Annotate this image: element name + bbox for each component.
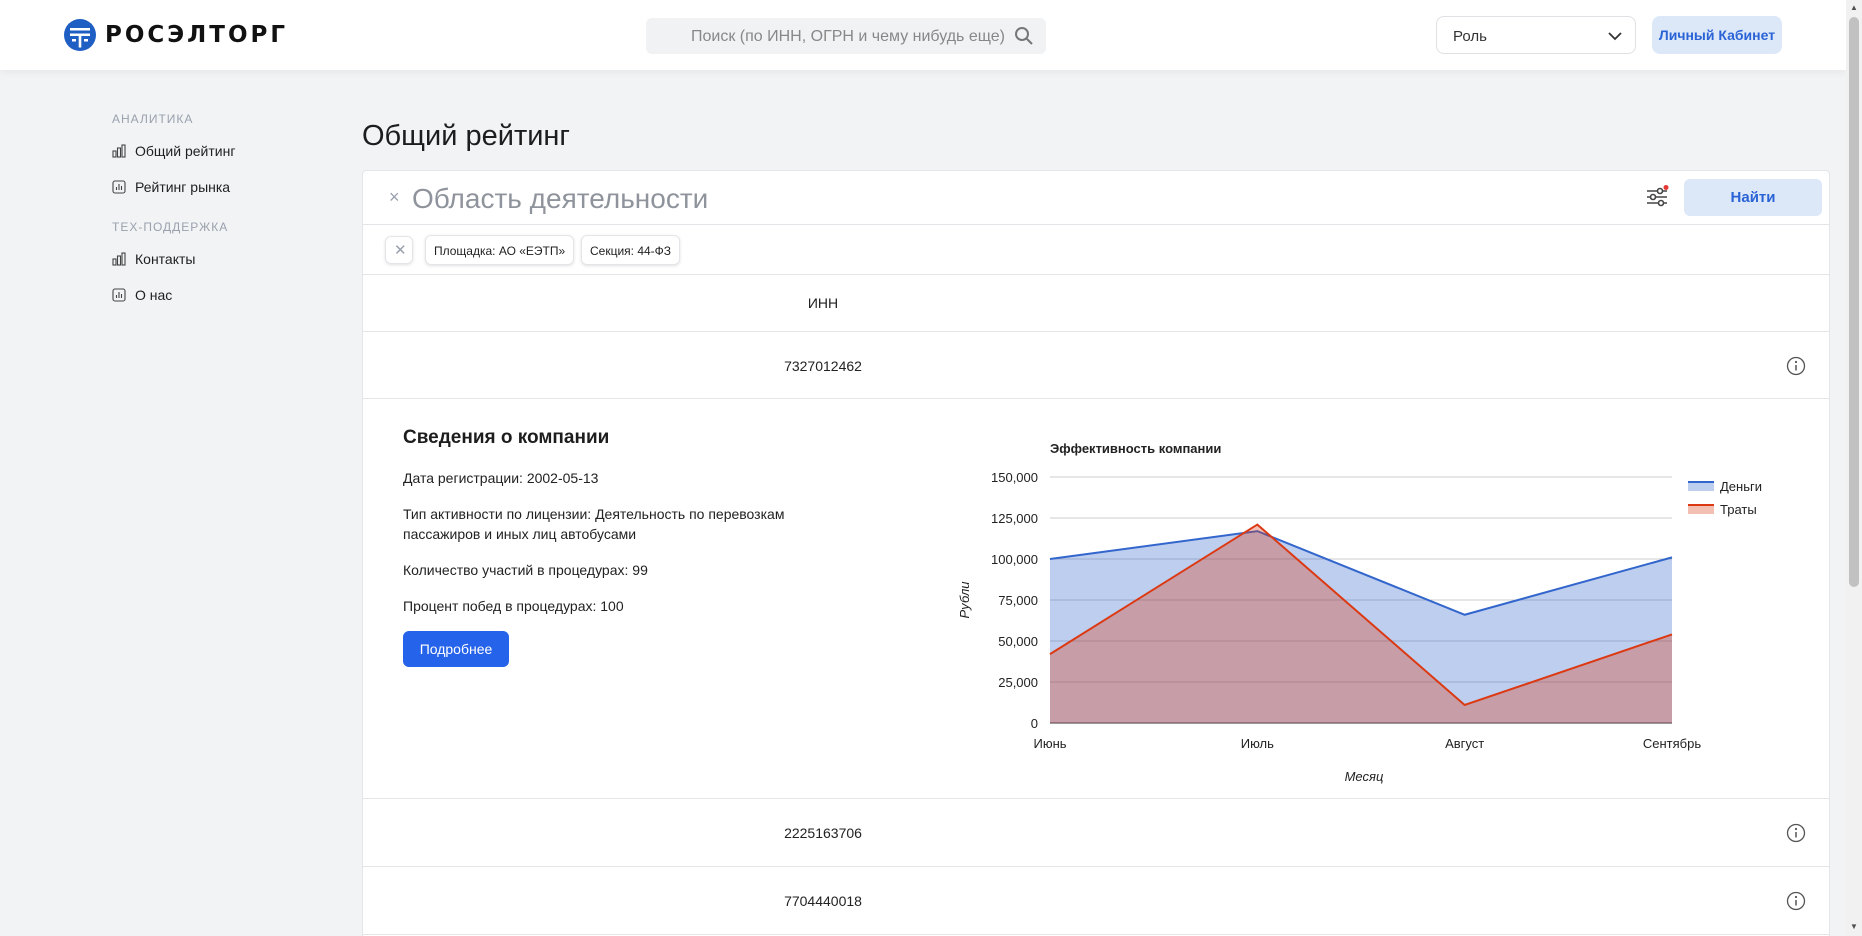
- info-icon[interactable]: [1786, 891, 1806, 911]
- x-tick-label: Август: [1445, 736, 1484, 751]
- chevron-down-icon: [1608, 32, 1622, 41]
- x-tick-label: Июнь: [1033, 736, 1066, 751]
- scrollbar-thumb[interactable]: [1849, 17, 1859, 587]
- sidebar: АНАЛИТИКА Общий рейтинг Рейтинг рынка ТЕ…: [112, 112, 332, 320]
- participations-count: Количество участий в процедурах: 99: [403, 562, 648, 578]
- legend-swatch: [1688, 505, 1714, 514]
- bar-chart-icon: [112, 252, 126, 266]
- sidebar-item-overall-rating[interactable]: Общий рейтинг: [112, 140, 332, 162]
- legend-label: Траты: [1720, 502, 1757, 517]
- sidebar-item-label: О нас: [135, 287, 173, 303]
- sidebar-item-label: Общий рейтинг: [135, 143, 236, 159]
- bar-chart-icon: [112, 144, 126, 158]
- table-row[interactable]: 7327012462: [363, 332, 1829, 399]
- chart-box-icon: [112, 180, 126, 194]
- sidebar-section-support: ТЕХ-ПОДДЕРЖКА: [112, 220, 229, 234]
- clear-chips-button[interactable]: ✕: [385, 236, 413, 264]
- table-header: ИНН: [363, 275, 1829, 332]
- chip-section[interactable]: Секция: 44-ФЗ: [581, 235, 681, 265]
- search-placeholder: Поиск (по ИНН, ОГРН и чему нибудь еще): [691, 28, 1005, 45]
- top-header: РОСЭЛТОРГ Поиск (по ИНН, ОГРН и чему ниб…: [0, 0, 1846, 70]
- y-tick-label: 75,000: [998, 593, 1038, 608]
- y-tick-label: 100,000: [991, 552, 1038, 567]
- find-button[interactable]: Найти: [1684, 179, 1822, 216]
- y-tick-label: 0: [1031, 716, 1038, 731]
- close-icon: ✕: [394, 242, 407, 259]
- rating-card: × Область деятельности Найти ✕ Площадка:…: [362, 170, 1830, 936]
- y-tick-label: 50,000: [998, 634, 1038, 649]
- legend-label: Деньги: [1720, 479, 1762, 494]
- table-row[interactable]: 2225163706: [363, 799, 1829, 867]
- info-icon[interactable]: [1786, 356, 1806, 376]
- y-tick-label: 25,000: [998, 675, 1038, 690]
- activity-area-input[interactable]: Область деятельности: [412, 183, 708, 215]
- y-axis-title: Рубли: [957, 581, 972, 618]
- scroll-down-icon[interactable]: ▼: [1850, 922, 1858, 931]
- more-button[interactable]: Подробнее: [403, 631, 509, 667]
- registration-date: Дата регистрации: 2002-05-13: [403, 470, 599, 486]
- column-header-inn: ИНН: [807, 295, 839, 311]
- cabinet-button[interactable]: Личный Кабинет: [1652, 16, 1782, 54]
- sidebar-item-label: Рейтинг рынка: [135, 179, 231, 195]
- brand-name: РОСЭЛТОРГ: [105, 22, 289, 48]
- filter-settings-icon[interactable]: [1645, 185, 1669, 209]
- chart-title: Эффективность компании: [1050, 441, 1221, 456]
- sidebar-section-analytics: АНАЛИТИКА: [112, 112, 194, 126]
- inn-value: 2225163706: [784, 825, 862, 841]
- company-details: Сведения о компании Дата регистрации: 20…: [363, 399, 1829, 799]
- chart-box-icon: [112, 288, 126, 302]
- logo[interactable]: РОСЭЛТОРГ: [63, 18, 288, 52]
- y-tick-label: 125,000: [991, 511, 1038, 526]
- inn-value: 7327012462: [784, 358, 862, 374]
- table-row[interactable]: 7704440018: [363, 867, 1829, 935]
- y-tick-label: 150,000: [991, 470, 1038, 485]
- scroll-up-icon[interactable]: ▲: [1850, 3, 1858, 12]
- filter-bar: × Область деятельности Найти: [363, 171, 1829, 225]
- sidebar-item-market-rating[interactable]: Рейтинг рынка: [112, 176, 332, 198]
- sidebar-item-label: Контакты: [135, 251, 196, 267]
- x-tick-label: Сентябрь: [1643, 736, 1701, 751]
- search-icon[interactable]: [1014, 26, 1034, 46]
- chip-platform[interactable]: Площадка: АО «ЕЭТП»: [425, 235, 575, 265]
- page-title: Общий рейтинг: [362, 120, 571, 152]
- sidebar-item-contacts[interactable]: Контакты: [112, 248, 332, 270]
- logo-icon: [64, 19, 96, 51]
- info-icon[interactable]: [1786, 823, 1806, 843]
- search-input[interactable]: Поиск (по ИНН, ОГРН и чему нибудь еще): [646, 18, 1046, 54]
- sidebar-item-about[interactable]: О нас: [112, 284, 332, 306]
- x-axis-title: Месяц: [1345, 769, 1384, 784]
- x-tick-label: Июль: [1241, 736, 1274, 751]
- legend-swatch: [1688, 482, 1714, 491]
- filter-chips: ✕ Площадка: АО «ЕЭТП» Секция: 44-ФЗ: [363, 225, 1829, 275]
- win-percent: Процент побед в процедурах: 100: [403, 598, 624, 614]
- license-activity: Тип активности по лицензии: Деятельность…: [403, 506, 785, 542]
- inn-value: 7704440018: [784, 893, 862, 909]
- details-title: Сведения о компании: [403, 427, 610, 448]
- role-select-label: Роль: [1453, 28, 1487, 45]
- page-scrollbar[interactable]: ▲ ▼: [1846, 0, 1862, 936]
- clear-filter-button[interactable]: ×: [389, 187, 400, 208]
- efficiency-chart: Эффективность компании 0 25,000 50,000 75,00…: [957, 441, 1762, 784]
- role-select[interactable]: Роль: [1436, 16, 1636, 54]
